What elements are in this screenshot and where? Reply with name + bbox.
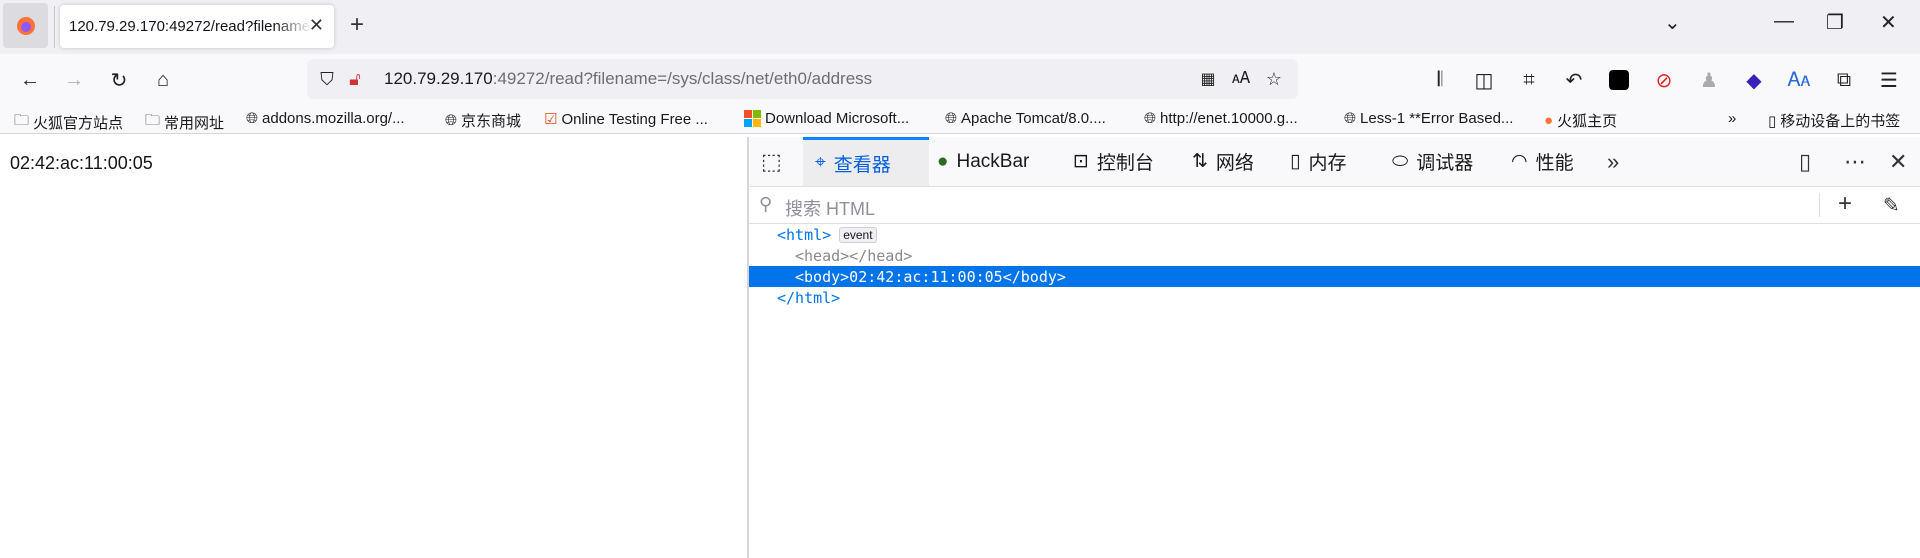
tree-node-body[interactable]: <body>02:42:ac:11:00:05</body> [749, 266, 1920, 287]
mobile-bookmarks[interactable]: ▯ 移动设备上的书签 [1768, 110, 1900, 131]
tab-inspector[interactable]: ⌖ 查看器 [803, 137, 929, 186]
add-node-icon[interactable]: + [1838, 190, 1852, 218]
list-tabs-icon[interactable]: ⌄ [1664, 10, 1681, 35]
url-bar[interactable]: ⛉ 🔓︎ 120.79.29.170:49272/read?filename=/… [307, 59, 1298, 99]
folder-icon: 🗀 [14, 112, 30, 129]
close-tab-icon[interactable]: ✕ [309, 15, 324, 36]
tab-title: 120.79.29.170:49272/read?filename=/sys/c… [69, 18, 311, 35]
bookmark-item[interactable]: ☑ Online Testing Free ... [544, 110, 708, 129]
html-search[interactable]: ⚲ 搜索 HTML + ✎ [749, 187, 1920, 224]
navigation-bar: ← → ↻ ⌂ ⛉ 🔓︎ 120.79.29.170:49272/read?fi… [0, 54, 1920, 106]
more-options-icon[interactable]: ⋯ [1844, 149, 1866, 175]
tab-memory[interactable]: ▯ 内存 [1290, 137, 1346, 186]
responsive-mode-icon[interactable]: ▯ [1799, 149, 1811, 175]
tree-node-html-close[interactable]: </html> [749, 287, 1920, 308]
devtools-toolbar: ⬚ ⌖ 查看器 ● HackBar ⊡ 控制台 ⇅ 网络 ▯ 内存 ⬭ 调试器 ◠ 性能 » … [749, 137, 1920, 187]
page-content: 02:42:ac:11:00:05 [0, 137, 748, 558]
home-icon[interactable]: ⌂ [151, 68, 175, 92]
extensions-icon[interactable]: ⧉ [1832, 68, 1856, 92]
bookmark-item[interactable]: 🗀 火狐官方站点 [14, 110, 123, 135]
layers-extension-icon[interactable]: ◆ [1742, 68, 1766, 92]
search-input[interactable]: 搜索 HTML [785, 195, 875, 221]
browser-tab[interactable]: 120.79.29.170:49272/read?filename=/sys/c… [60, 5, 334, 48]
translate-extension-icon[interactable]: 🗛 [1787, 68, 1811, 92]
bookmark-item[interactable]: Download Microsoft... [744, 110, 909, 127]
tab-performance[interactable]: ◠ 性能 [1511, 137, 1574, 186]
globe-icon: 🌐︎ [1144, 110, 1157, 127]
folder-icon: 🗀 [145, 112, 161, 129]
firefox-view-button[interactable] [3, 3, 48, 48]
bookmark-item[interactable]: 🌐︎ Less-1 **Error Based... [1344, 110, 1513, 127]
tab-bar: 120.79.29.170:49272/read?filename=/sys/c… [0, 0, 1920, 54]
inspector-icon: ⌖ [815, 152, 826, 173]
insecure-lock-icon[interactable]: 🔓︎ [343, 67, 367, 91]
tab-console[interactable]: ⊡ 控制台 [1073, 137, 1154, 186]
minimize-icon[interactable]: — [1774, 10, 1794, 33]
close-devtools-icon[interactable]: ✕ [1889, 149, 1907, 175]
firefox-icon [16, 16, 35, 35]
blocker-extension-icon[interactable]: ⊘ [1652, 68, 1676, 92]
undo-close-icon[interactable]: ↶ [1562, 68, 1586, 92]
globe-icon: 🌐︎ [945, 110, 958, 127]
devtools-panel: ⬚ ⌖ 查看器 ● HackBar ⊡ 控制台 ⇅ 网络 ▯ 内存 ⬭ 调试器 ◠ 性能 » … [749, 137, 1920, 558]
globe-icon: 🌐︎ [246, 110, 259, 127]
forward-icon[interactable]: → [62, 68, 86, 92]
memory-icon: ▯ [1290, 151, 1301, 172]
tab-hackbar[interactable]: ● HackBar [937, 137, 1029, 186]
reload-icon[interactable]: ↻ [107, 68, 131, 92]
microsoft-icon [744, 110, 761, 127]
bookmark-star-icon[interactable]: ☆ [1262, 67, 1286, 91]
event-badge[interactable]: event [839, 226, 877, 243]
element-picker-icon[interactable]: ⬚ [761, 149, 782, 175]
console-icon: ⊡ [1073, 151, 1089, 172]
eyedropper-icon[interactable]: ✎ [1883, 193, 1900, 218]
incognito-extension-icon[interactable]: ♟ [1697, 68, 1721, 92]
close-window-icon[interactable]: ✕ [1880, 10, 1897, 35]
globe-icon: 🌐︎ [445, 112, 458, 129]
more-tabs-icon[interactable]: » [1607, 149, 1619, 175]
more-bookmarks-icon[interactable]: » [1728, 110, 1736, 127]
debugger-icon: ⬭ [1392, 150, 1409, 172]
checkbox-icon: ☑ [544, 111, 558, 128]
restore-icon[interactable]: ❐ [1826, 10, 1844, 35]
menu-icon[interactable]: ☰ [1877, 68, 1901, 92]
firefox-icon: ● [1544, 112, 1554, 129]
bookmarks-toolbar: 🗀 火狐官方站点 🗀 常用网址 🌐︎ addons.mozilla.org/... 🌐… [0, 106, 1920, 134]
hackbar-icon: ● [937, 150, 949, 172]
tab-debugger[interactable]: ⬭ 调试器 [1392, 137, 1473, 186]
bookmark-item[interactable]: 🌐︎ addons.mozilla.org/... [246, 110, 405, 127]
tree-node-html[interactable]: <html> event [749, 224, 1920, 245]
bookmark-item[interactable]: 🌐︎ http://enet.10000.g... [1144, 110, 1298, 127]
bookmark-item[interactable]: 🌐︎ Apache Tomcat/8.0.... [945, 110, 1106, 127]
translate-page-icon[interactable]: 🗚 [1229, 67, 1253, 91]
library-icon[interactable]: 𝄃 [1428, 68, 1452, 92]
bookmark-item[interactable]: 🌐︎ 京东商城 [445, 110, 521, 131]
tampermonkey-icon[interactable] [1607, 68, 1631, 92]
shield-icon[interactable]: ⛉ [315, 67, 339, 91]
search-icon: ⚲ [759, 194, 773, 214]
search-separator [1819, 193, 1820, 217]
sidebar-icon[interactable]: ◫ [1472, 68, 1496, 92]
url-text[interactable]: 120.79.29.170:49272/read?filename=/sys/c… [384, 69, 872, 89]
qr-code-icon[interactable]: ▦ [1196, 67, 1220, 91]
page-body-text: 02:42:ac:11:00:05 [10, 153, 153, 173]
back-icon[interactable]: ← [18, 68, 42, 92]
tab-separator [54, 6, 55, 48]
performance-icon: ◠ [1511, 151, 1528, 172]
screenshot-crop-icon[interactable]: ⌗ [1517, 68, 1541, 92]
bookmark-item[interactable]: 🗀 常用网址 [145, 110, 224, 135]
tree-node-head[interactable]: <head></head> [749, 245, 1920, 266]
network-icon: ⇅ [1192, 151, 1208, 172]
tab-network[interactable]: ⇅ 网络 [1192, 137, 1254, 186]
mobile-icon: ▯ [1768, 112, 1777, 130]
globe-icon: 🌐︎ [1344, 110, 1357, 127]
bookmark-item[interactable]: ● 火狐主页 [1544, 110, 1617, 131]
new-tab-icon[interactable]: + [350, 11, 364, 39]
